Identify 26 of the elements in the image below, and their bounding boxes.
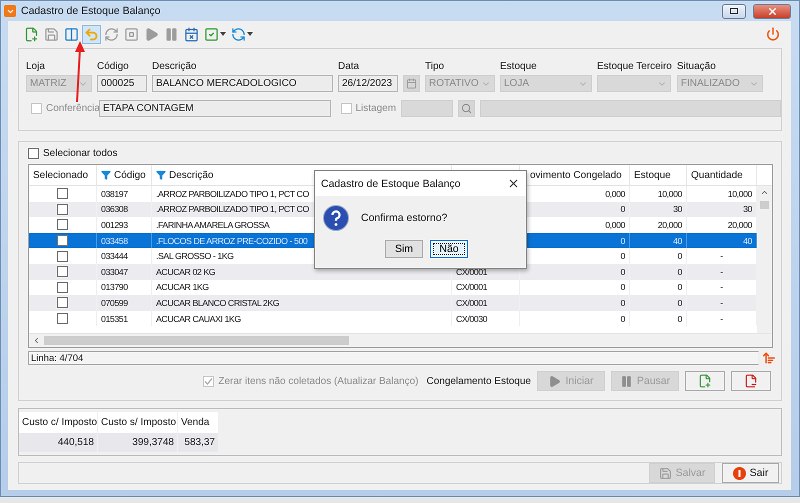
table-cell: 399,3748 bbox=[98, 433, 177, 452]
checkbox-label: Selecionar todos bbox=[43, 148, 118, 159]
field-label: Descrição bbox=[152, 61, 198, 72]
table-cell: ACUCAR CAUAXI 1KG bbox=[152, 310, 452, 326]
table-cell: 0 bbox=[520, 310, 630, 326]
table-cell: 440,518 bbox=[19, 433, 97, 452]
table-cell: 015351 bbox=[97, 310, 152, 326]
field-label: Situação bbox=[676, 61, 717, 72]
table-cell: CX/0030 bbox=[452, 310, 520, 326]
column-header: Custo c/ Imposto bbox=[19, 412, 97, 433]
window-title: Cadastro de Estoque Balanço bbox=[21, 5, 162, 17]
column-header: Custo s/ Imposto bbox=[98, 412, 177, 433]
row-counter: Linha: 4/704 bbox=[28, 351, 759, 365]
checkbox-label: Conferência bbox=[46, 103, 100, 114]
field-label: Data bbox=[338, 61, 360, 72]
field-label: Tipo bbox=[425, 61, 446, 72]
field-label: Estoque Terceiro bbox=[597, 61, 672, 72]
section-label: Congelamento Estoque bbox=[426, 376, 531, 386]
checkbox-label: Zerar itens não coletados (Atualizar Balanço) bbox=[218, 376, 418, 386]
checkbox-label: Listagem bbox=[356, 103, 396, 114]
table-cell: 583,37 bbox=[178, 433, 218, 452]
column-header: Venda bbox=[178, 412, 218, 433]
field-label: Código bbox=[97, 61, 130, 72]
table-cell: 0 bbox=[630, 310, 687, 326]
field-label: Estoque bbox=[500, 61, 538, 72]
field-label: Loja bbox=[26, 61, 46, 72]
